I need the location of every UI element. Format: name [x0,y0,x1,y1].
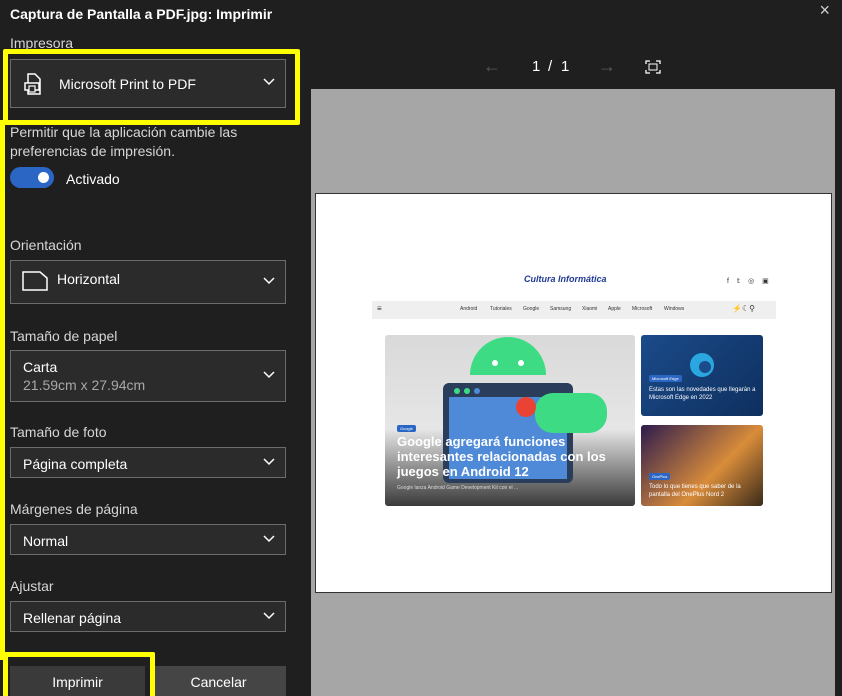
orientation-label: Orientación [10,237,82,253]
article-card: Microsoft Edge Estas son las novedades q… [641,335,763,416]
nav-item: Apple [608,306,621,312]
nav-item: Samsung [550,306,572,312]
paper-size-select[interactable]: Carta 21.59cm x 27.94cm [10,350,286,402]
close-icon[interactable]: × [819,0,830,21]
paper-size-dimensions: 21.59cm x 27.94cm [23,377,146,393]
nav-item: Tutoriales [490,306,512,312]
cancel-button[interactable]: Cancelar [151,666,286,696]
toggle-knob [38,172,49,183]
paper-size-label: Tamaño de papel [10,328,118,344]
hero-title: Google agregará funciones interesantes r… [397,434,606,479]
page-total: 1 [561,58,570,75]
page-separator: / [548,58,553,75]
chevron-down-icon [263,371,275,383]
card-title: Todo lo que tienes que saber de la panta… [649,484,741,498]
margins-select[interactable]: Normal [10,524,286,555]
fit-value: Rellenar página [23,610,122,626]
page-landscape-icon [22,271,48,291]
preview-page: Cultura Informática f 𝕥 ◎ ▣ ≡ Android Tu… [315,193,832,593]
category-badge: Google [397,425,416,432]
next-page-arrow-icon[interactable]: → [598,56,616,77]
category-badge: Microsoft Edge [649,375,682,382]
paper-size-value: Carta [23,359,58,375]
chevron-down-icon [263,535,275,547]
fit-label: Ajustar [10,578,54,594]
orientation-value: Horizontal [57,271,121,287]
permission-text-line2: preferencias de impresión. [10,143,175,159]
chevron-down-icon [263,277,275,289]
fullscreen-icon[interactable] [645,60,661,74]
photo-size-label: Tamaño de foto [10,424,107,440]
page-current: 1 [532,58,541,75]
photo-size-value: Página completa [23,456,128,472]
margins-value: Normal [23,533,69,549]
category-badge: OnePlus [649,473,671,480]
dialog-title: Captura de Pantalla a PDF.jpg: Imprimir [10,6,273,22]
nav-tool-icons: ⚡☾⚲ [732,304,755,313]
permission-toggle[interactable] [10,167,54,188]
highlight-left-bar [0,120,5,660]
android-game-illustration [443,337,607,483]
article-card: OnePlus Todo lo que tienes que saber de … [641,425,763,506]
nav-item: Microsoft [632,306,653,312]
highlight-print-button [3,652,155,696]
nav-item: Windows [664,306,685,312]
highlight-printer [3,49,300,125]
site-nav-bar: ≡ Android Tutoriales Google Samsung Xiao… [372,301,776,319]
nav-item: Android [460,306,478,312]
chevron-down-icon [263,458,275,470]
permission-text: Permitir que la aplicación cambie las pr… [10,123,237,161]
hero-article: Google Google agregará funciones interes… [385,335,635,506]
nav-item: Google [523,306,540,312]
fit-select[interactable]: Rellenar página [10,601,286,632]
orientation-select[interactable]: Horizontal [10,260,286,304]
chevron-down-icon [263,612,275,624]
social-icons: f 𝕥 ◎ ▣ [727,278,772,285]
margins-label: Márgenes de página [10,501,138,517]
permission-text-line1: Permitir que la aplicación cambie las [10,124,238,140]
site-logo: Cultura Informática [524,274,607,284]
hero-subtitle: Google lanza Android Game Development Ki… [397,485,519,491]
nav-item: Xiaomi [582,306,598,312]
menu-icon: ≡ [377,304,382,313]
card-title: Estas son las novedades que llegarán a M… [649,387,756,401]
toggle-state-label: Activado [66,171,120,187]
photo-size-select[interactable]: Página completa [10,447,286,478]
previous-page-arrow-icon[interactable]: ← [483,56,501,77]
